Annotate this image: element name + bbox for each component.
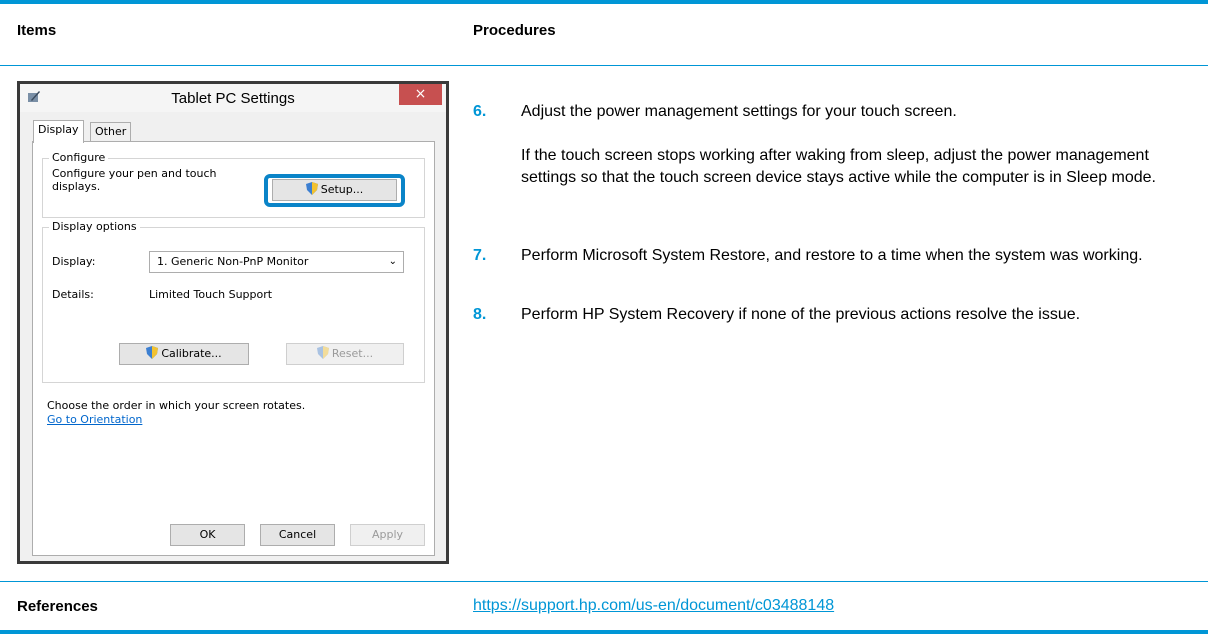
go-to-orientation-link[interactable]: Go to Orientation: [47, 413, 142, 426]
ok-button[interactable]: OK: [170, 524, 245, 546]
close-button[interactable]: ×: [399, 84, 442, 105]
reset-button-label: Reset...: [331, 347, 374, 360]
references-label: References: [17, 598, 98, 615]
column-header-procedures: Procedures: [473, 22, 556, 39]
step-number: 8.: [473, 306, 487, 323]
configure-group-title: Configure: [49, 151, 109, 164]
bottom-rule: [0, 630, 1208, 634]
uac-shield-icon: [305, 182, 318, 195]
top-rule: [0, 0, 1208, 4]
column-header-items: Items: [17, 22, 57, 39]
reset-button[interactable]: Reset...: [286, 343, 404, 365]
chevron-down-icon: ⌄: [388, 256, 397, 267]
apply-button[interactable]: Apply: [350, 524, 425, 546]
calibrate-button-label: Calibrate...: [161, 347, 222, 360]
display-select-value: 1. Generic Non-PnP Monitor: [157, 255, 309, 268]
uac-shield-icon: [316, 346, 329, 359]
display-select[interactable]: 1. Generic Non-PnP Monitor ⌄: [149, 251, 404, 273]
step-text: Perform HP System Recovery if none of th…: [521, 306, 1081, 323]
step-number: 7.: [473, 247, 487, 264]
calibrate-button[interactable]: Calibrate...: [119, 343, 249, 365]
tab-other[interactable]: Other: [90, 122, 132, 142]
orientation-description: Choose the order in which your screen ro…: [47, 399, 306, 412]
header-divider: [0, 65, 1208, 66]
details-value: Limited Touch Support: [149, 288, 273, 301]
tablet-pc-settings-dialog: Tablet PC Settings × Display Other Confi…: [17, 81, 449, 564]
setup-button-label: Setup...: [320, 183, 364, 196]
display-options-group: Display options Display: 1. Generic Non-…: [42, 220, 425, 383]
references-link[interactable]: https://support.hp.com/us-en/document/c0…: [473, 597, 834, 615]
cancel-button[interactable]: Cancel: [260, 524, 335, 546]
details-label: Details:: [52, 288, 94, 301]
display-label: Display:: [52, 255, 96, 268]
step-text: Adjust the power management settings for…: [521, 103, 957, 120]
dialog-titlebar: Tablet PC Settings ×: [20, 84, 446, 112]
step-text: Perform Microsoft System Restore, and re…: [521, 247, 1143, 264]
configure-description: Configure your pen and touch displays.: [52, 167, 217, 193]
uac-shield-icon: [146, 346, 159, 359]
step-number: 6.: [473, 103, 487, 120]
references-divider: [0, 581, 1208, 582]
dialog-title: Tablet PC Settings: [171, 90, 295, 107]
configure-group: Configure Configure your pen and touch d…: [42, 151, 425, 218]
setup-button[interactable]: Setup...: [272, 179, 397, 201]
step-6-note: If the touch screen stops working after …: [521, 147, 1156, 186]
display-options-title: Display options: [49, 220, 140, 233]
display-tab-panel: Configure Configure your pen and touch d…: [32, 141, 435, 556]
tab-display[interactable]: Display: [33, 120, 84, 143]
